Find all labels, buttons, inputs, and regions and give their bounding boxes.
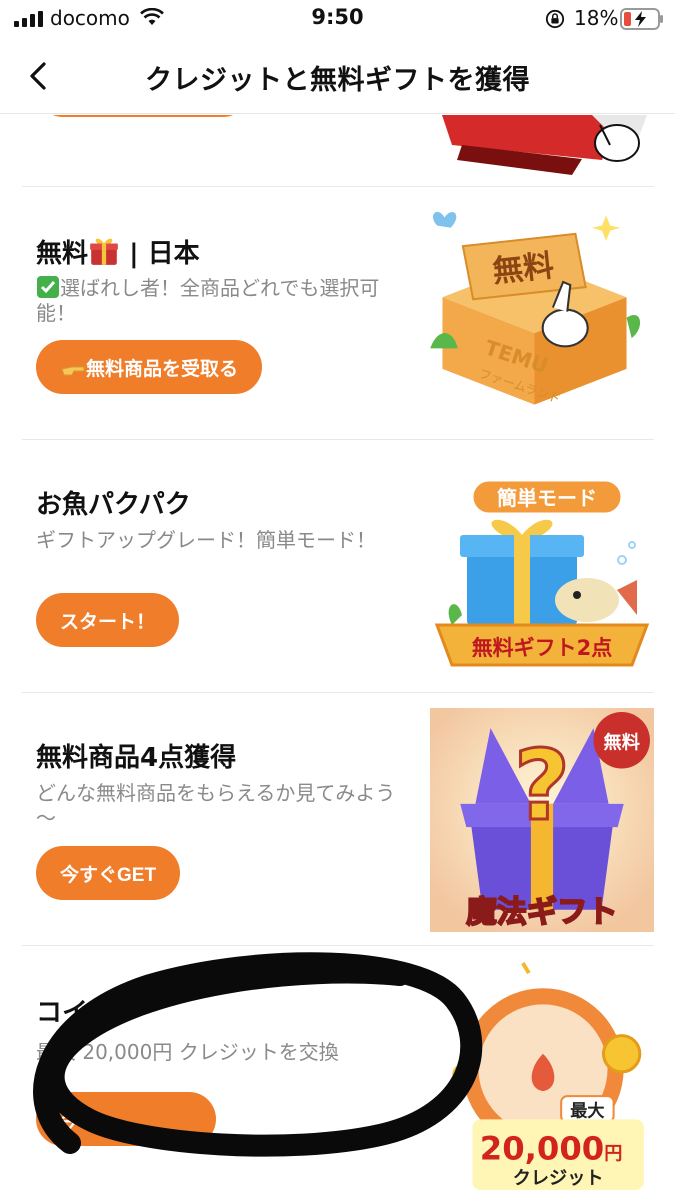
partial-cta-button[interactable] [36, 115, 250, 117]
check-box-icon [37, 276, 59, 298]
card-description: 選ばれし者！全商品どれでも選択可能！ [36, 276, 380, 325]
art-max-label: 最大 [570, 1100, 604, 1121]
wifi-icon [140, 8, 164, 25]
art-two-gifts-label: 無料ギフト2点 [472, 636, 613, 660]
get-now-button-coin[interactable]: 今す [36, 1092, 216, 1146]
chevron-left-icon[interactable] [20, 56, 56, 96]
reward-card-coin-exchange: コイン 最大 20,000円 クレジットを交換 今す 最大 20,000円 クレ… [22, 946, 654, 1200]
battery-percent: 18% [574, 6, 619, 30]
card-title: コイン [36, 998, 115, 1028]
art-magic-gift-label: 魔法ギフト [466, 895, 617, 930]
card-title: お魚パクパク [36, 490, 191, 520]
battery-icon [620, 8, 663, 30]
reward-list: 無料 | 日本 選ばれし者！全商品どれでも選択可能！ 無料商品を受取る 無料 T… [0, 115, 675, 1200]
card-title: 無料商品4点獲得 [36, 743, 237, 773]
partial-card [22, 115, 654, 187]
art-free-label: 無料 [491, 249, 556, 290]
art-easy-mode-label: 簡単モード [497, 486, 597, 510]
navigation-bar: クレジットと無料ギフトを獲得 [0, 40, 675, 114]
gift-emoji-icon [90, 238, 118, 265]
page-title: クレジットと無料ギフトを獲得 [145, 65, 530, 96]
get-now-button[interactable]: 今すぐGET [36, 846, 181, 900]
coin-credit-art: 最大 20,000円 クレジット [452, 962, 644, 1190]
cellular-signal-icon [14, 11, 43, 27]
card-description: ギフトアップグレード！簡単モード！ [36, 528, 376, 552]
status-bar: docomo 9:50 18% [0, 0, 675, 40]
reward-card-fish-game: お魚パクパク ギフトアップグレード！簡単モード！ スタート！ 簡単モード 無料ギ… [22, 440, 654, 693]
art-free-badge: 無料 [604, 731, 640, 753]
start-button[interactable]: スタート！ [36, 593, 180, 647]
art-credit-label: クレジット [513, 1168, 604, 1189]
partial-promo-art [442, 115, 647, 175]
magic-gift-art: ? 無料 魔法ギフト [430, 708, 654, 932]
reward-card-free-japan: 無料 | 日本 選ばれし者！全商品どれでも選択可能！ 無料商品を受取る 無料 T… [22, 187, 654, 440]
carrier-name: docomo [50, 6, 130, 30]
art-amount-label: 20,000円 [480, 1130, 623, 1168]
orientation-lock-icon [545, 9, 565, 29]
free-farmland-box-art: 無料 TEMU ファームランド [430, 211, 641, 406]
pointing-hand-icon [61, 366, 85, 375]
claim-free-item-button[interactable]: 無料商品を受取る [36, 340, 263, 394]
card-title: 無料 | 日本 [36, 233, 200, 270]
clock-time: 9:50 [311, 5, 364, 29]
card-description: 最大 20,000円 クレジットを交換 [36, 1040, 339, 1064]
fish-game-gift-art: 簡単モード 無料ギフト2点 [434, 478, 650, 667]
question-mark-icon: ? [514, 729, 570, 842]
card-description: どんな無料商品をもらえるか見てみよう～ [36, 781, 396, 830]
reward-card-four-free-items: 無料商品4点獲得 どんな無料商品をもらえるか見てみよう～ 今すぐGET ? 無料… [22, 693, 654, 946]
